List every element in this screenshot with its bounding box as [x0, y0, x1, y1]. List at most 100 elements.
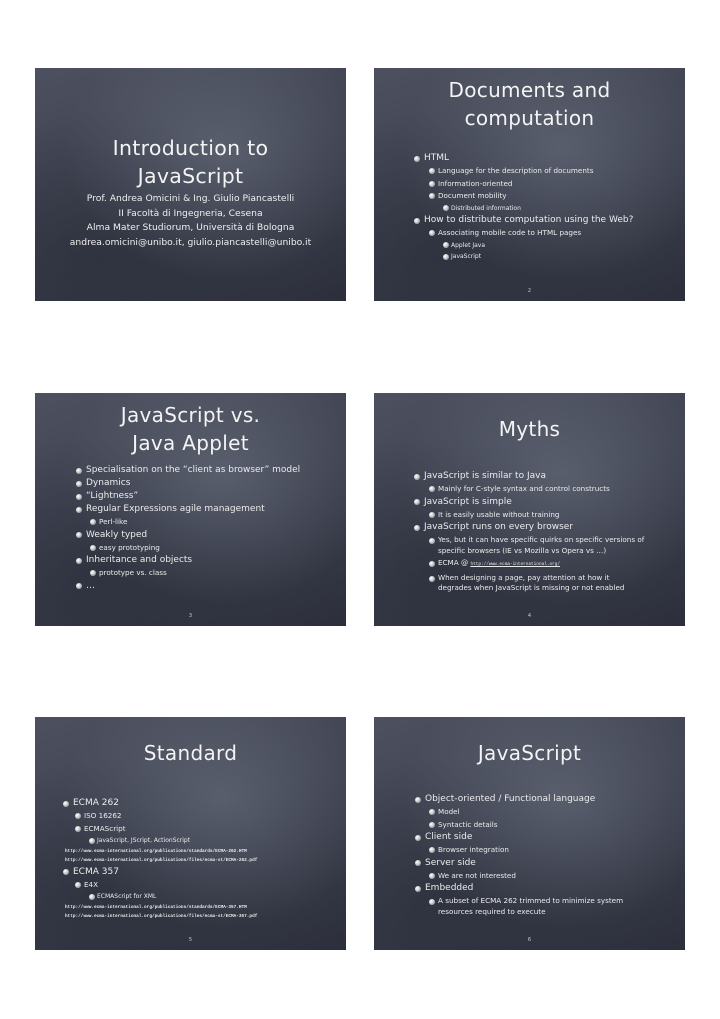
bullet-list: Specialisation on the “client as browser…	[35, 464, 346, 593]
bullet-text: Object-oriented / Functional language	[425, 794, 596, 804]
list-item: prototype vs. class	[35, 567, 346, 580]
title-line: JavaScript	[477, 741, 582, 765]
bullet-text: Syntactic details	[438, 819, 498, 829]
bullet-text: Model	[438, 807, 460, 816]
emails: andrea.omicini@unibo.it, giulio.piancast…	[69, 236, 312, 248]
list-item: Associating mobile code to HTML pages	[374, 227, 685, 240]
page-number: 4	[527, 613, 532, 619]
bullet-text: Specialisation on the “client as browser…	[86, 465, 301, 475]
ecma-262-pdf-link[interactable]: http://www.ecma-international.org/public…	[65, 858, 257, 863]
slide-title: Standard	[35, 739, 346, 767]
ecma-link[interactable]: http://www.ecma-international.org/	[470, 562, 560, 567]
bullet-text: Perl-like	[99, 517, 128, 526]
bullet-text: ECMA 262	[73, 798, 119, 808]
list-item: We are not interested	[374, 870, 685, 883]
list-item: Regular Expressions agile management	[35, 503, 346, 516]
bullet-text: ECMA @	[438, 558, 471, 567]
list-item: Syntactic details	[374, 819, 685, 832]
list-item: Information-oriented	[374, 178, 685, 191]
slide-3: JavaScript vs. Java Applet Specialisatio…	[35, 393, 346, 626]
list-item: JavaScript is similar to Java	[374, 470, 685, 483]
bullet-icon	[429, 821, 435, 828]
list-item: Weakly typed	[35, 529, 346, 542]
bullet-icon	[76, 480, 82, 487]
slide-6: JavaScript Object-oriented / Functional …	[374, 717, 685, 950]
ecma-357-standard-link[interactable]: http://www.ecma-international.org/public…	[65, 905, 247, 910]
slide-subtitle: Prof. Andrea Omicini & Ing. Giulio Pianc…	[35, 192, 346, 250]
bullet-icon	[414, 155, 420, 162]
list-item: Embedded	[374, 882, 685, 895]
ecma-262-standard-link[interactable]: http://www.ecma-international.org/public…	[65, 849, 247, 854]
bullet-list: ECMA 262 ISO 16262 ECMAScript JavaScript…	[35, 797, 346, 922]
bullet-text: ISO 16262	[84, 811, 122, 820]
list-item: ECMAScript	[35, 823, 346, 836]
list-item: A subset of ECMA 262 trimmed to minimize…	[374, 896, 685, 917]
slide-title: JavaScript	[374, 739, 685, 767]
bullet-icon	[429, 899, 435, 905]
bullet-text: ECMAScript for XML	[97, 893, 157, 900]
list-item: JavaScript, JScript, ActionScript	[35, 835, 346, 847]
bullet-icon	[90, 519, 96, 526]
list-item: ECMA 357	[35, 866, 346, 879]
bullet-icon	[76, 506, 82, 513]
faculty: II Facoltà di Ingegneria, Cesena	[118, 207, 263, 219]
list-item: Specialisation on the “client as browser…	[35, 464, 346, 477]
list-item: JavaScript is simple	[374, 496, 685, 509]
bullet-text: HTML	[424, 153, 450, 163]
bullet-icon	[90, 544, 96, 551]
bullet-text: Embedded	[425, 883, 474, 893]
list-item: ISO 16262	[35, 810, 346, 823]
slide-4: Myths JavaScript is similar to Java Main…	[374, 393, 685, 626]
bullet-text: JavaScript is similar to Java	[424, 471, 546, 481]
bullet-list: Object-oriented / Functional language Mo…	[374, 793, 685, 917]
bullet-icon	[429, 538, 435, 544]
bullet-text: How to distribute computation using the …	[424, 215, 634, 225]
bullet-text: easy prototyping	[99, 542, 160, 552]
list-item: Applet Java	[374, 240, 685, 252]
list-item: Server side	[374, 857, 685, 870]
title-line: computation	[464, 106, 595, 130]
university: Alma Mater Studiorum, Università di Bolo…	[86, 222, 295, 233]
url-text[interactable]: http://www.ecma-international.org/public…	[35, 912, 346, 922]
bullet-icon	[89, 893, 95, 900]
url-text[interactable]: http://www.ecma-international.org/public…	[35, 847, 346, 857]
bullet-text: Mainly for C-style syntax and control co…	[438, 484, 610, 493]
url-text[interactable]: http://www.ecma-international.org/public…	[35, 856, 346, 866]
bullet-icon	[429, 230, 435, 237]
bullet-list: HTML Language for the description of doc…	[374, 152, 685, 263]
bullet-icon	[414, 524, 420, 531]
slide-title: Introduction to JavaScript	[35, 134, 346, 190]
bullet-text: Distributed information	[451, 204, 521, 212]
slide-title: Documents and computation	[374, 76, 685, 132]
bullet-text: Server side	[425, 857, 476, 868]
bullet-text: JavaScript, JScript, ActionScript	[97, 837, 191, 844]
bullet-icon	[414, 217, 420, 224]
bullet-icon	[76, 467, 82, 474]
list-item: Perl-like	[35, 516, 346, 529]
bullet-icon	[75, 881, 81, 888]
bullet-text: Applet Java	[451, 241, 486, 249]
slide-title: Myths	[374, 415, 685, 443]
bullet-icon	[76, 583, 82, 589]
title-line: JavaScript vs.	[120, 403, 261, 427]
list-item: Client side	[374, 831, 685, 844]
bullet-icon	[429, 561, 435, 568]
list-item: Yes, but it can have specific quirks on …	[374, 535, 685, 556]
list-item: Language for the description of document…	[374, 165, 685, 178]
url-text[interactable]: http://www.ecma-international.org/public…	[35, 903, 346, 913]
bullet-text: Client side	[425, 832, 473, 842]
bullet-text: We are not interested	[438, 870, 516, 880]
bullet-list: JavaScript is similar to Java Mainly for…	[374, 470, 685, 594]
bullet-text: ECMA 357	[73, 866, 119, 877]
bullet-text: Information-oriented	[438, 178, 513, 188]
bullet-icon	[429, 168, 435, 175]
bullet-icon	[75, 813, 81, 820]
bullet-text: Document mobility	[438, 191, 507, 200]
bullet-text: JavaScript	[451, 253, 482, 260]
bullet-text: JavaScript is simple	[424, 496, 512, 507]
ecma-357-pdf-link[interactable]: http://www.ecma-international.org/public…	[65, 914, 257, 919]
bullet-text: Weakly typed	[86, 529, 148, 540]
bullet-text: Dynamics	[86, 478, 131, 488]
list-item: Dynamics	[35, 477, 346, 490]
bullet-icon	[429, 872, 435, 879]
